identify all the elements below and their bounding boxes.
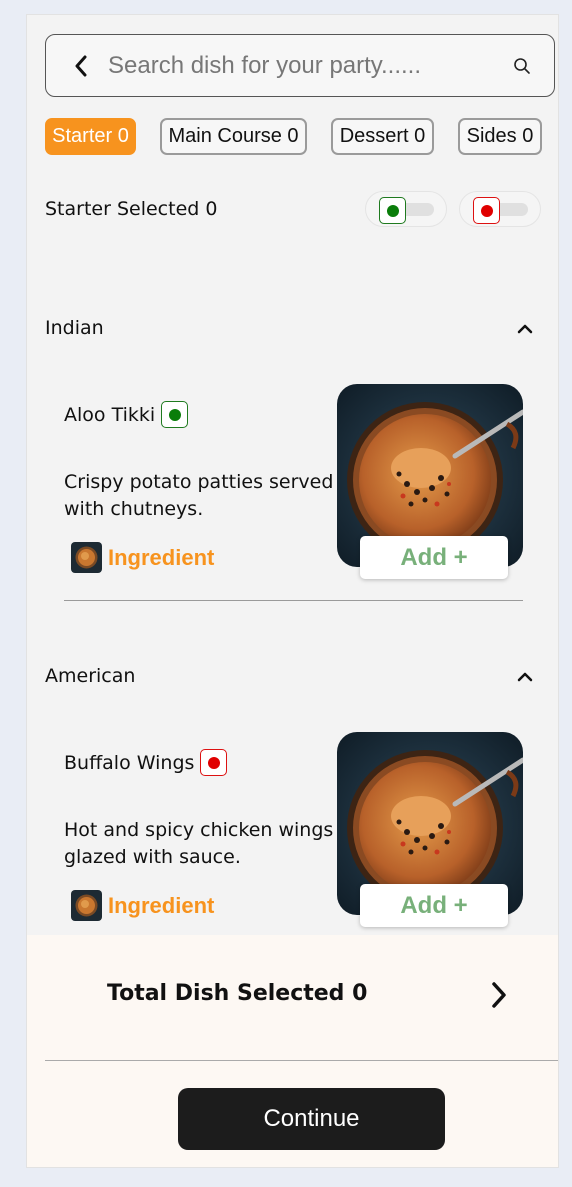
ingredient-thumbnail [71, 542, 102, 573]
divider [45, 1060, 558, 1061]
add-dish-button[interactable]: Add + [360, 884, 508, 927]
veg-icon [161, 401, 189, 428]
dish-name: Aloo Tikki [64, 403, 156, 426]
dish-description: Hot and spicy chicken wings glazed with … [64, 819, 334, 868]
search-icon[interactable] [502, 57, 542, 75]
chevron-up-icon[interactable] [517, 319, 533, 338]
ingredient-label: Ingredient [108, 544, 215, 570]
dish-selection-panel: Starter 0 Main Course 0 Dessert 0 Sides … [26, 14, 559, 1168]
ingredient-link[interactable]: Ingredient [71, 890, 214, 921]
selection-summary-sheet: Total Dish Selected 0 Continue [27, 935, 558, 1167]
selected-count-label: Starter Selected 0 [45, 198, 218, 220]
tab-sides[interactable]: Sides 0 [458, 118, 542, 155]
section-header-indian[interactable]: Indian [45, 317, 541, 339]
ingredient-thumbnail [71, 890, 102, 921]
dish-description: Crispy potato patties served with chutne… [64, 471, 334, 520]
nonveg-icon [473, 197, 500, 224]
total-dish-selected-label: Total Dish Selected 0 [107, 981, 368, 1006]
nonveg-icon [200, 749, 228, 776]
continue-button[interactable]: Continue [178, 1088, 445, 1150]
tab-main-course[interactable]: Main Course 0 [160, 118, 307, 155]
category-tabs: Starter 0 Main Course 0 Dessert 0 Sides … [45, 118, 542, 155]
add-dish-button[interactable]: Add + [360, 536, 508, 579]
veg-icon [379, 197, 406, 224]
dish-title: Aloo Tikki [64, 401, 189, 428]
chevron-up-icon[interactable] [517, 667, 533, 686]
tab-starter[interactable]: Starter 0 [45, 118, 136, 155]
search-bar [45, 34, 555, 97]
chevron-right-icon[interactable] [489, 981, 509, 1013]
section-header-american[interactable]: American [45, 665, 541, 687]
section-label: Indian [45, 317, 104, 339]
search-input[interactable] [108, 51, 502, 80]
ingredient-label: Ingredient [108, 892, 215, 918]
divider [64, 600, 523, 601]
nonveg-filter-toggle[interactable] [459, 191, 541, 227]
veg-filter-toggle[interactable] [365, 191, 447, 227]
dish-name: Buffalo Wings [64, 751, 195, 774]
section-label: American [45, 665, 136, 687]
dish-title: Buffalo Wings [64, 749, 228, 776]
selection-row: Starter Selected 0 [45, 190, 541, 228]
ingredient-link[interactable]: Ingredient [71, 542, 214, 573]
tab-dessert[interactable]: Dessert 0 [331, 118, 434, 155]
back-chevron-icon[interactable] [74, 55, 104, 77]
